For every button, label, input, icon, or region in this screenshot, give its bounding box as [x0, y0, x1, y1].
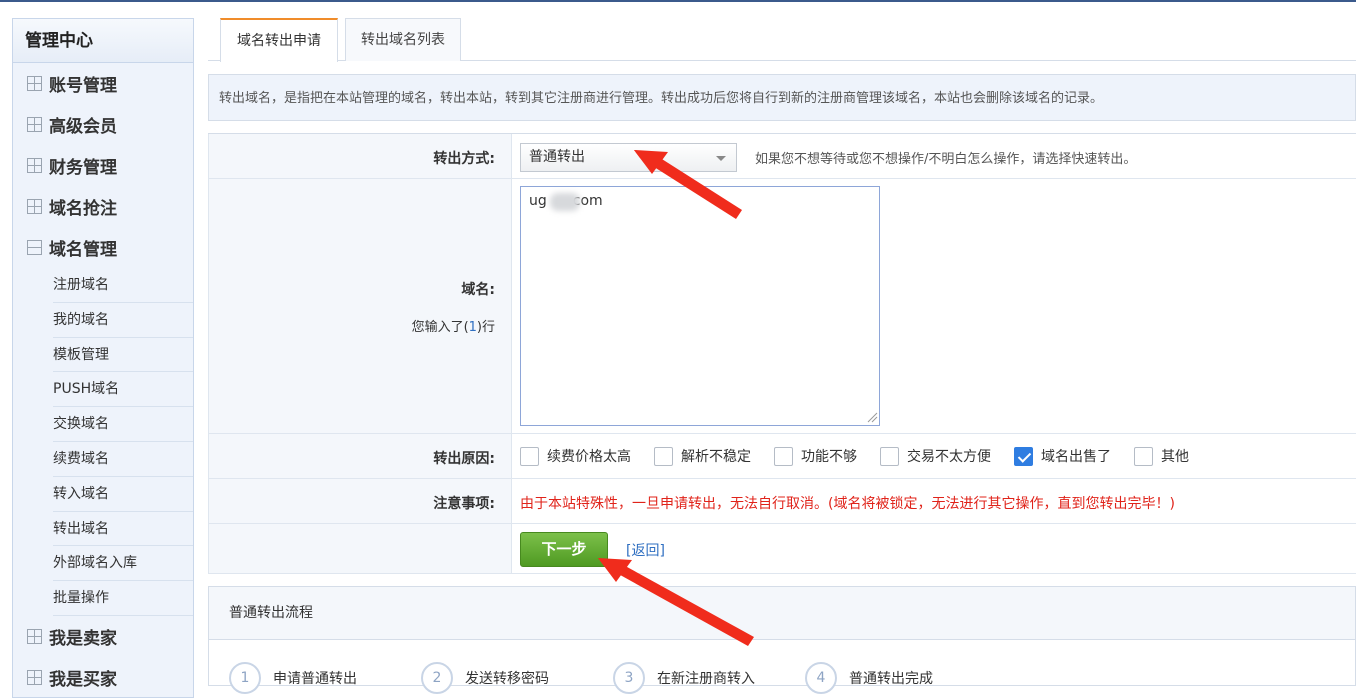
reason-checkbox-features[interactable]: 功能不够: [774, 446, 857, 466]
tab-transfer-list[interactable]: 转出域名列表: [345, 18, 461, 61]
back-link[interactable]: [返回]: [626, 540, 665, 560]
sidebar-group-buyer[interactable]: 我是买家: [13, 657, 193, 698]
sidebar-item-templates[interactable]: 模板管理: [53, 338, 193, 373]
checkmark-icon: [1014, 446, 1033, 466]
sidebar-group-seller[interactable]: 我是卖家: [13, 616, 193, 657]
notice-label: 注意事项:: [433, 496, 495, 512]
domain-row: 域名: 您输入了(1)行 ug com: [208, 179, 1356, 434]
expand-icon: [27, 117, 42, 132]
sidebar-item-transfer-out[interactable]: 转出域名: [53, 512, 193, 547]
transfer-form: 转出方式: 普通转出 如果您不想等待或您不想操作/不明白怎么操作，请选择快速转出…: [208, 133, 1356, 574]
sidebar-group-snatch[interactable]: 域名抢注: [13, 186, 193, 227]
method-row: 转出方式: 普通转出 如果您不想等待或您不想操作/不明白怎么操作，请选择快速转出…: [208, 134, 1356, 179]
sidebar-group-vip[interactable]: 高级会员: [13, 104, 193, 145]
reason-label: 转出原因:: [433, 451, 495, 467]
sidebar-item-exchange[interactable]: 交换域名: [53, 407, 193, 442]
sidebar-title: 管理中心: [13, 19, 193, 63]
redaction-blur: [550, 193, 580, 211]
resize-grip-icon[interactable]: [866, 411, 878, 423]
sidebar-item-register[interactable]: 注册域名: [53, 268, 193, 303]
sidebar-group-account[interactable]: 账号管理: [13, 63, 193, 104]
notice-row: 注意事项: 由于本站特殊性，一旦申请转出，无法自行取消。(域名将被锁定，无法进行…: [208, 479, 1356, 524]
sidebar-group-label: 域名抢注: [49, 199, 117, 219]
sidebar-group-label: 高级会员: [49, 117, 117, 137]
transfer-method-value: 普通转出: [529, 149, 585, 165]
sidebar-item-external-import[interactable]: 外部域名入库: [53, 546, 193, 582]
reason-checkbox-sold[interactable]: 域名出售了: [1014, 446, 1111, 466]
next-step-button[interactable]: 下一步: [520, 532, 608, 567]
process-title: 普通转出流程: [209, 587, 1355, 640]
line-count-text: 您输入了(1)行: [411, 320, 495, 335]
process-panel: 普通转出流程 1 申请普通转出 2 发送转移密码 3 在新注册商转入 4 普通转出完成: [208, 586, 1356, 694]
expand-icon: [27, 158, 42, 173]
method-hint: 如果您不想等待或您不想操作/不明白怎么操作，请选择快速转出。: [755, 152, 1137, 167]
transfer-method-select[interactable]: 普通转出: [520, 143, 737, 172]
reason-checkbox-other[interactable]: 其他: [1134, 446, 1189, 466]
expand-icon: [27, 76, 42, 91]
process-step: 1 申请普通转出: [229, 662, 357, 694]
sidebar-group-label: 我是卖家: [49, 628, 117, 649]
sidebar-group-label: 域名管理: [49, 240, 117, 260]
reason-row: 转出原因: 续费价格太高 解析不稳定 功能不够 交易不太方便 域名出售了 其他: [208, 434, 1356, 479]
expand-icon: [27, 199, 42, 214]
process-step: 3 在新注册商转入: [613, 662, 755, 694]
tab-transfer-request[interactable]: 域名转出申请: [220, 18, 338, 62]
sidebar-group-label: 我是买家: [49, 669, 117, 690]
notice-text: 由于本站特殊性，一旦申请转出，无法自行取消。(域名将被锁定，无法进行其它操作，直…: [520, 496, 1175, 512]
reason-checkbox-dns[interactable]: 解析不稳定: [654, 446, 751, 466]
sidebar-item-transfer-in[interactable]: 转入域名: [53, 477, 193, 512]
sidebar-item-renew[interactable]: 续费域名: [53, 442, 193, 477]
process-step: 2 发送转移密码: [421, 662, 549, 694]
sidebar: 管理中心 账号管理 高级会员 财务管理 域名抢注 域名管理 注册域名 我的域名 …: [12, 18, 194, 698]
line-count: 1: [468, 320, 477, 335]
info-banner: 转出域名，是指把在本站管理的域名，转出本站，转到其它注册商进行管理。转出成功后您…: [208, 74, 1356, 121]
chevron-down-icon: [716, 156, 726, 161]
sidebar-item-batch[interactable]: 批量操作: [53, 581, 193, 616]
reason-checkbox-trade[interactable]: 交易不太方便: [880, 446, 991, 466]
sidebar-item-push[interactable]: PUSH域名: [53, 372, 193, 408]
collapse-icon: [27, 240, 42, 255]
sidebar-group-label: 账号管理: [49, 76, 117, 96]
sidebar-item-my-domains[interactable]: 我的域名: [53, 303, 193, 338]
sidebar-group-domain-manage[interactable]: 域名管理: [13, 227, 193, 268]
tab-bar: 域名转出申请 转出域名列表: [208, 18, 1356, 62]
method-label: 转出方式:: [433, 151, 495, 167]
action-row: 下一步 [返回]: [208, 524, 1356, 574]
top-border: [0, 0, 1356, 2]
domain-textarea[interactable]: ug com: [520, 186, 880, 426]
reason-checkbox-price[interactable]: 续费价格太高: [520, 446, 631, 466]
process-step: 4 普通转出完成: [805, 662, 933, 694]
domain-label: 域名:: [461, 282, 495, 298]
expand-icon: [27, 669, 42, 685]
sidebar-group-finance[interactable]: 财务管理: [13, 145, 193, 186]
sidebar-group-label: 财务管理: [49, 158, 117, 178]
expand-icon: [27, 628, 42, 644]
